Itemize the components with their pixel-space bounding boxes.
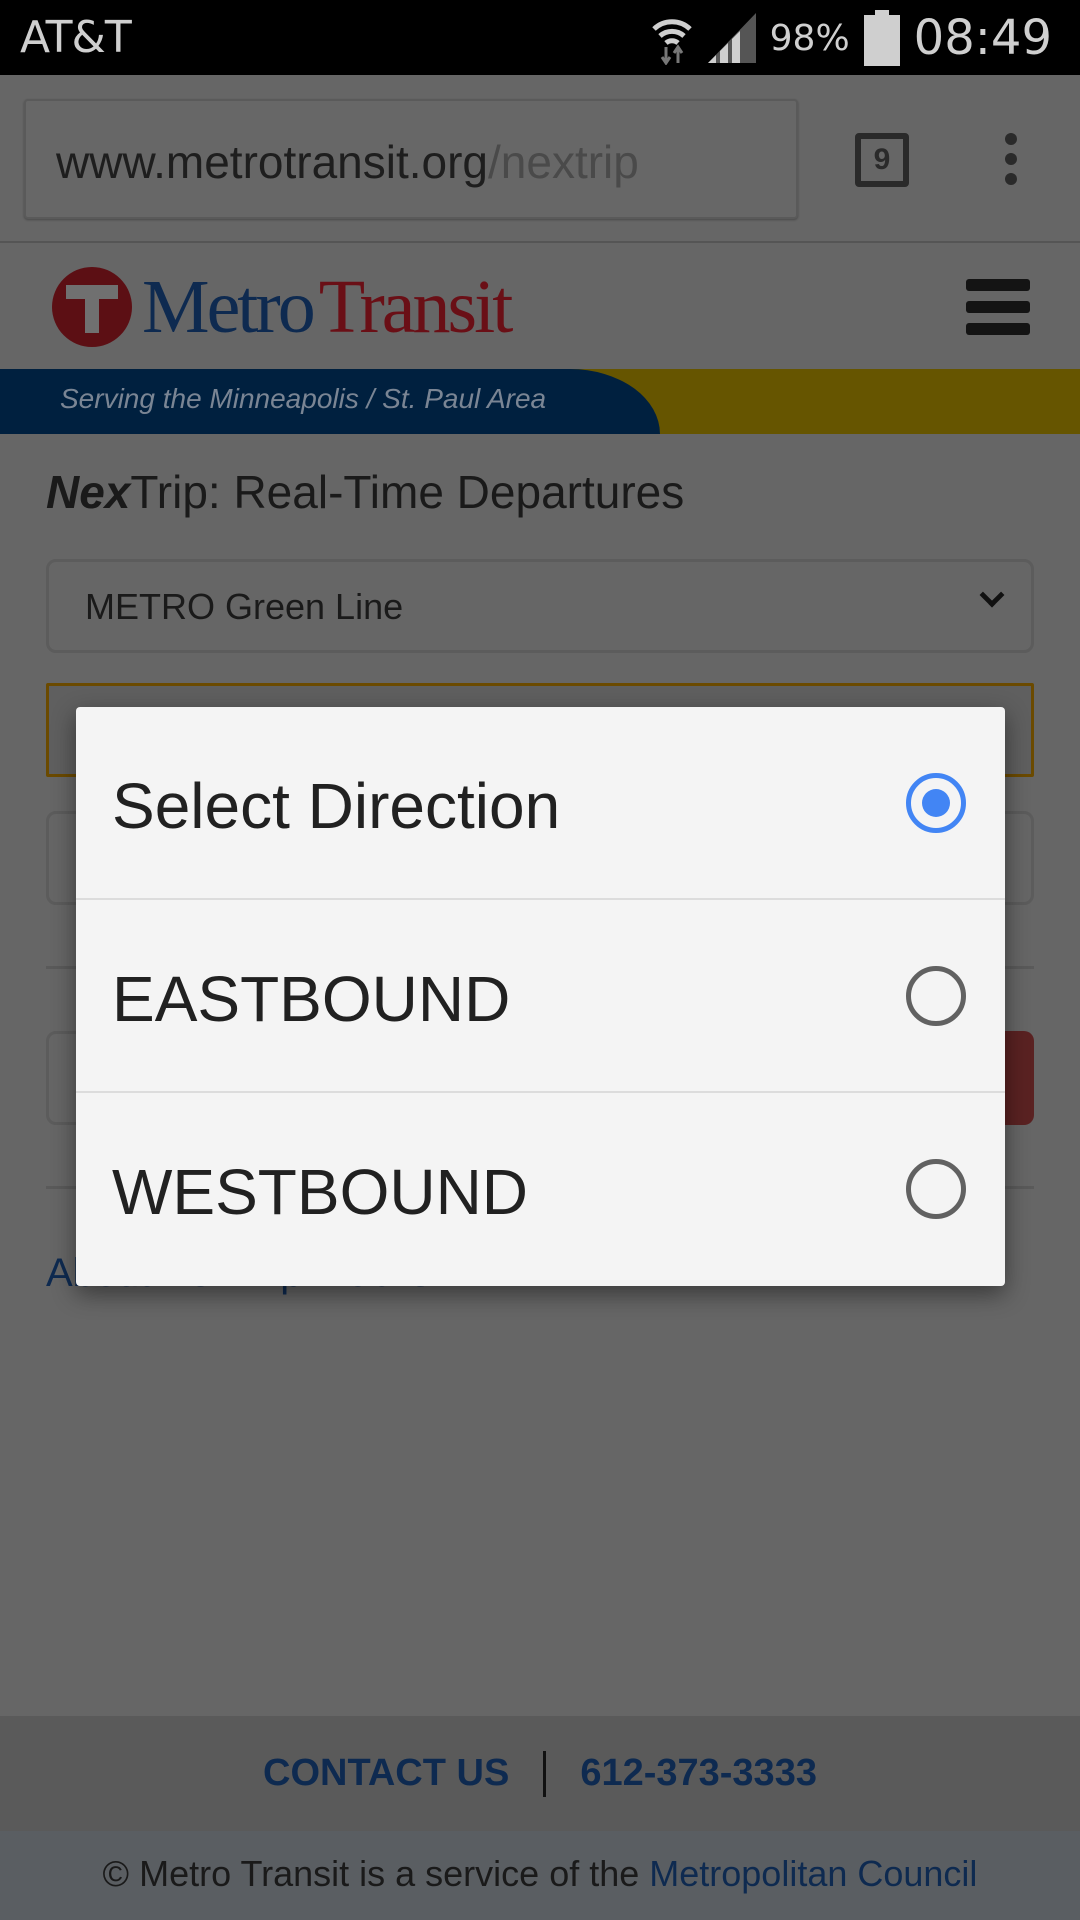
url-path: /nextrip	[488, 136, 639, 188]
dialog-option-select-direction[interactable]: Select Direction	[76, 707, 1005, 900]
metro-transit-logo[interactable]: Metro Transit	[52, 264, 514, 349]
url-bar[interactable]: www.metrotransit.org/nextrip	[24, 99, 798, 219]
more-vert-icon[interactable]	[996, 133, 1026, 189]
logo-transit-text: Transit	[318, 264, 514, 349]
title-rest: Trip: Real-Time Departures	[130, 466, 685, 518]
logo-metro-text: Metro	[142, 264, 316, 349]
separator	[543, 1750, 547, 1797]
carrier-name: AT&T	[20, 12, 132, 63]
hamburger-menu-icon[interactable]	[966, 279, 1030, 335]
contact-us-link[interactable]: CONTACT US	[263, 1752, 509, 1795]
dialog-option-eastbound[interactable]: EASTBOUND	[76, 900, 1005, 1093]
option-label: WESTBOUND	[112, 1156, 528, 1228]
url-domain: www.metrotransit.org	[56, 136, 489, 188]
footer-copyright: © Metro Transit is a service of the Metr…	[0, 1831, 1080, 1920]
route-select-value: METRO Green Line	[85, 586, 404, 627]
option-label: EASTBOUND	[112, 963, 511, 1035]
status-icons: 98% 08:49	[650, 8, 1052, 68]
status-bar: AT&T 98% 08:49	[0, 0, 1080, 75]
phone-link[interactable]: 612-373-3333	[580, 1752, 817, 1795]
battery-percent: 98%	[769, 17, 850, 59]
wifi-icon	[651, 19, 692, 65]
chevron-down-icon	[979, 582, 1005, 608]
url-text[interactable]: www.metrotransit.org/nextrip	[56, 135, 639, 189]
dialog-option-westbound[interactable]: WESTBOUND	[76, 1093, 1005, 1286]
page-title: NexTrip: Real-Time Departures	[46, 465, 684, 519]
copyright-text: © Metro Transit is a service of the	[102, 1853, 650, 1894]
metropolitan-council-link[interactable]: Metropolitan Council	[649, 1853, 977, 1894]
radio-checked-icon[interactable]	[906, 773, 966, 833]
footer-contact: CONTACT US 612-373-3333	[0, 1716, 1080, 1831]
tagline-banner: Serving the Minneapolis / St. Paul Area	[0, 369, 1080, 434]
route-select[interactable]: METRO Green Line	[46, 559, 1034, 653]
signal-icon	[707, 13, 756, 63]
direction-picker-dialog: Select Direction EASTBOUND WESTBOUND	[76, 707, 1005, 1286]
clock: 08:49	[913, 10, 1052, 66]
option-label: Select Direction	[112, 770, 561, 842]
browser-toolbar: www.metrotransit.org/nextrip 9	[0, 75, 1080, 243]
title-nex: Nex	[46, 466, 131, 518]
radio-unchecked-icon[interactable]	[906, 1159, 966, 1219]
t-logo-icon	[52, 267, 132, 347]
site-header: Metro Transit	[0, 243, 1080, 369]
tagline: Serving the Minneapolis / St. Paul Area	[60, 383, 547, 414]
radio-unchecked-icon[interactable]	[906, 966, 966, 1026]
tab-switcher-button[interactable]: 9	[855, 133, 909, 187]
battery-icon	[863, 10, 900, 66]
